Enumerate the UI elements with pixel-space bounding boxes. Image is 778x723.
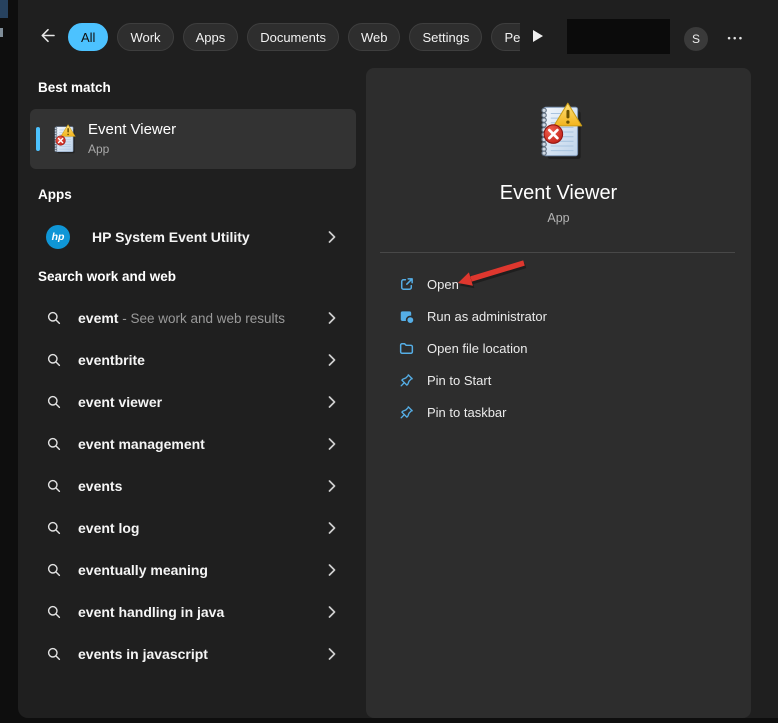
filter-tab-label: Work [130,29,161,45]
suggestion-label: event handling in java [78,604,225,620]
web-suggestion-row[interactable]: evemt - See work and web results [30,297,356,339]
app-result-hp-system-event-utility[interactable]: hp HP System Event Utility [30,216,356,258]
desktop-fragment [0,28,3,37]
hp-logo-icon: hp [46,225,70,249]
suggestion-label: evemt - See work and web results [78,310,286,326]
search-icon [46,604,62,620]
suggestion-label: event viewer [78,394,163,410]
suggestion-label: event management [78,436,205,452]
filter-tab-settings[interactable]: Settings [409,23,483,51]
redacted-area [567,19,670,54]
action-label: Pin to Start [427,372,492,388]
suggestion-suffix: - See work and web results [118,310,286,326]
filter-tab-label: Settings [422,29,470,45]
chevron-right-icon [328,480,336,492]
web-suggestion-row[interactable]: event handling in java [30,591,356,633]
search-icon [46,310,62,326]
web-suggestion-row[interactable]: events in javascript [30,633,356,675]
event-viewer-icon [46,122,80,156]
web-suggestion-row[interactable]: eventually meaning [30,549,356,591]
pin-icon [398,404,415,421]
folder-icon [398,340,415,357]
search-web-heading: Search work and web [38,269,177,284]
filter-tab-web[interactable]: Web [347,23,401,51]
web-suggestion-row[interactable]: event viewer [30,381,356,423]
avatar-letter: S [691,32,700,46]
result-subtitle: App [88,142,110,156]
filter-tab-documents[interactable]: Documents [247,23,339,51]
result-detail-panel: Event Viewer App Open Run as administrat… [366,68,751,718]
search-icon [46,394,62,410]
detail-app-title: Event Viewer [499,182,618,204]
web-suggestion-row[interactable]: events [30,465,356,507]
ellipsis-glyph: ••• [727,33,745,43]
web-suggestion-row[interactable]: eventbrite [30,339,356,381]
action-label: Open [427,276,459,292]
search-icon [46,646,62,662]
event-viewer-icon-large [525,98,591,164]
web-suggestion-row[interactable]: event log [30,507,356,549]
search-icon [46,562,62,578]
action-label: Open file location [427,340,528,356]
filter-tab-all[interactable]: All [68,23,109,51]
account-avatar[interactable]: S [684,27,708,51]
suggestion-label: eventually meaning [78,562,208,578]
app-result-label: HP System Event Utility [92,229,250,245]
filter-tab-label: Apps [195,29,226,45]
suggestion-label: eventbrite [78,352,145,368]
pin-icon [398,372,415,389]
best-match-result[interactable]: Event Viewer App [30,109,356,169]
best-match-heading: Best match [38,80,111,95]
action-open[interactable]: Open [380,268,736,300]
chevron-right-icon [328,396,336,408]
detail-app-type: App [547,211,570,225]
open-external-icon [398,276,415,293]
chevron-right-icon [328,231,336,243]
action-run-as-administrator[interactable]: Run as administrator [380,300,736,332]
divider [380,252,735,253]
suggestion-label: events in javascript [78,646,208,662]
chevron-right-icon [328,564,336,576]
chevron-right-icon [328,438,336,450]
action-label: Run as administrator [427,308,547,324]
more-options-icon[interactable]: ••• [722,28,750,48]
filter-tab-work[interactable]: Work [117,23,174,51]
hp-logo-letters: hp [51,231,65,243]
filter-tab-label: Documents [260,29,326,45]
back-arrow-icon [37,25,58,51]
filter-tab-people[interactable]: Peop [491,23,520,51]
chevron-right-icon [328,606,336,618]
search-icon [46,352,62,368]
suggestion-label: event log [78,520,140,536]
action-pin-to-start[interactable]: Pin to Start [380,364,736,396]
back-button[interactable] [34,25,60,51]
filter-tab-apps[interactable]: Apps [182,23,239,51]
desktop-fragment [0,0,8,18]
action-label: Pin to taskbar [427,404,507,420]
search-icon [46,478,62,494]
search-filter-tabs: All Work Apps Documents Web Settings Peo… [68,22,520,52]
suggestion-label: events [78,478,123,494]
search-icon [46,520,62,536]
chevron-right-icon [328,648,336,660]
action-list: Open Run as administrator Open file loca… [380,268,736,428]
filter-tab-label: Web [360,29,388,45]
apps-heading: Apps [38,187,72,202]
filter-tab-label: Peop [504,29,520,45]
chevron-right-icon [328,312,336,324]
action-open-file-location[interactable]: Open file location [380,332,736,364]
filter-tab-label: All [81,29,96,45]
web-suggestion-row[interactable]: event management [30,423,356,465]
search-icon [46,436,62,452]
result-title: Event Viewer [88,121,177,138]
chevron-right-icon [328,354,336,366]
chevron-right-icon [328,522,336,534]
selection-accent-bar [36,127,40,151]
action-pin-to-taskbar[interactable]: Pin to taskbar [380,396,736,428]
tabs-scroll-right-icon[interactable] [533,30,543,42]
run-admin-icon [398,308,415,325]
